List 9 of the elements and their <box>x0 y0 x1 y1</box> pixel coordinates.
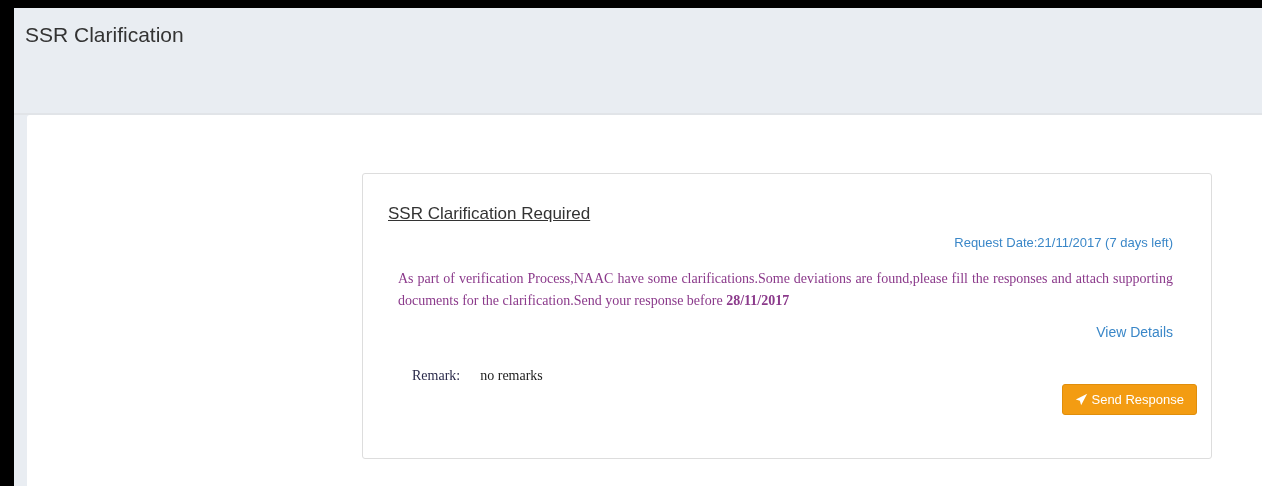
clarification-message: As part of verification Process,NAAC have some clarifications.Some deviations are found,please fill the responses and attach supporting documents for the clarification.Send your response before 28/11/2017 <box>398 270 1173 310</box>
remark-value: no remarks <box>480 368 543 384</box>
view-details-link[interactable]: View Details <box>1096 324 1173 340</box>
send-response-button[interactable]: Send Response <box>1062 384 1197 415</box>
remark-label: Remark: <box>412 368 461 384</box>
send-icon <box>1075 393 1089 406</box>
page-title: SSR Clarification <box>24 22 185 47</box>
request-date: Request Date:21/11/2017 (7 days left) <box>954 235 1173 250</box>
card-heading: SSR Clarification Required <box>388 204 591 223</box>
